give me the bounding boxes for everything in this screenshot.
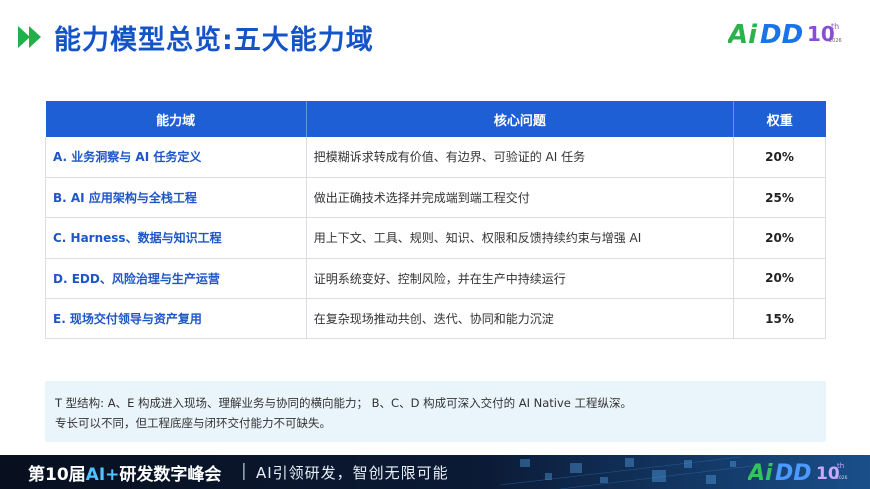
weight-cell: 20% bbox=[733, 217, 826, 259]
note-line: T 型结构: A、E 构成进入现场、理解业务与协同的横向能力； B、C、D 构成… bbox=[55, 396, 633, 410]
event-suffix: 研发数字峰会 bbox=[119, 465, 222, 485]
column-header-issue: 核心问题 bbox=[306, 101, 735, 137]
issue-cell: 把模糊诉求转成有价值、有边界、可验证的 AI 任务 bbox=[305, 137, 735, 178]
t-structure-note: T 型结构: A、E 构成进入现场、理解业务与协同的横向能力； B、C、D 构成… bbox=[45, 381, 826, 442]
domain-cell: A. 业务洞察与 AI 任务定义 bbox=[45, 137, 307, 178]
issue-cell: 用上下文、工具、规则、知识、权限和反馈持续约束与增强 AI bbox=[305, 217, 735, 259]
footer-separator: | bbox=[241, 461, 247, 481]
svg-text:DD: DD bbox=[760, 20, 803, 50]
weight-cell: 15% bbox=[733, 298, 826, 340]
play-arrows-icon bbox=[18, 26, 41, 48]
note-line: 专长可以不同，但工程底座与闭环交付能力不可缺失。 bbox=[55, 416, 331, 430]
weight-cell: 20% bbox=[733, 257, 826, 300]
event-prefix: 第10届 bbox=[28, 465, 86, 485]
capability-domain-table: 能力域 核心问题 权重 A. 业务洞察与 AI 任务定义 把模糊诉求转成有价值、… bbox=[45, 101, 826, 340]
table-row: B. AI 应用架构与全栈工程 做出正确技术选择并完成端到端工程交付 25% bbox=[45, 176, 826, 219]
weight-cell: 25% bbox=[733, 176, 826, 219]
domain-cell: B. AI 应用架构与全栈工程 bbox=[45, 176, 307, 219]
svg-text:2026: 2026 bbox=[829, 38, 842, 44]
issue-cell: 做出正确技术选择并完成端到端工程交付 bbox=[305, 176, 735, 219]
column-header-domain: 能力域 bbox=[45, 101, 307, 137]
table-row: D. EDD、风险治理与生产运营 证明系统变好、控制风险，并在生产中持续运行 2… bbox=[45, 257, 826, 300]
aidd-logo-footer: Ai DD 10 th 2026 bbox=[748, 461, 848, 486]
domain-cell: E. 现场交付领导与资产复用 bbox=[45, 298, 307, 340]
weight-cell: 20% bbox=[733, 137, 826, 178]
event-slogan: AI引领研发，智创无限可能 bbox=[256, 464, 449, 482]
footer-banner: 第10届AI+研发数字峰会 | AI引领研发，智创无限可能 Ai DD 10 t… bbox=[0, 455, 870, 489]
event-name: 第10届AI+研发数字峰会 bbox=[28, 460, 221, 485]
table-row: E. 现场交付领导与资产复用 在复杂现场推动共创、迭代、协同和能力沉淀 15% bbox=[45, 298, 826, 340]
table-row: A. 业务洞察与 AI 任务定义 把模糊诉求转成有价值、有边界、可验证的 AI … bbox=[45, 137, 826, 178]
event-accent: AI+ bbox=[85, 465, 120, 485]
domain-cell: C. Harness、数据与知识工程 bbox=[45, 217, 307, 259]
svg-text:Ai: Ai bbox=[728, 20, 758, 50]
page-title: 能力模型总览:五大能力域 bbox=[54, 25, 374, 56]
svg-text:Ai: Ai bbox=[748, 461, 773, 486]
issue-cell: 证明系统变好、控制风险，并在生产中持续运行 bbox=[305, 257, 735, 300]
svg-text:th: th bbox=[831, 22, 839, 31]
table-row: C. Harness、数据与知识工程 用上下文、工具、规则、知识、权限和反馈持续… bbox=[45, 217, 826, 259]
aidd-logo: Ai DD 10 th 2026 bbox=[728, 20, 842, 50]
issue-cell: 在复杂现场推动共创、迭代、协同和能力沉淀 bbox=[305, 298, 735, 340]
table-header-row: 能力域 核心问题 权重 bbox=[45, 101, 826, 137]
column-header-weight: 权重 bbox=[733, 101, 826, 137]
domain-cell: D. EDD、风险治理与生产运营 bbox=[45, 257, 307, 300]
svg-text:DD: DD bbox=[775, 461, 812, 486]
svg-text:th: th bbox=[837, 462, 844, 470]
svg-text:2026: 2026 bbox=[836, 475, 848, 481]
